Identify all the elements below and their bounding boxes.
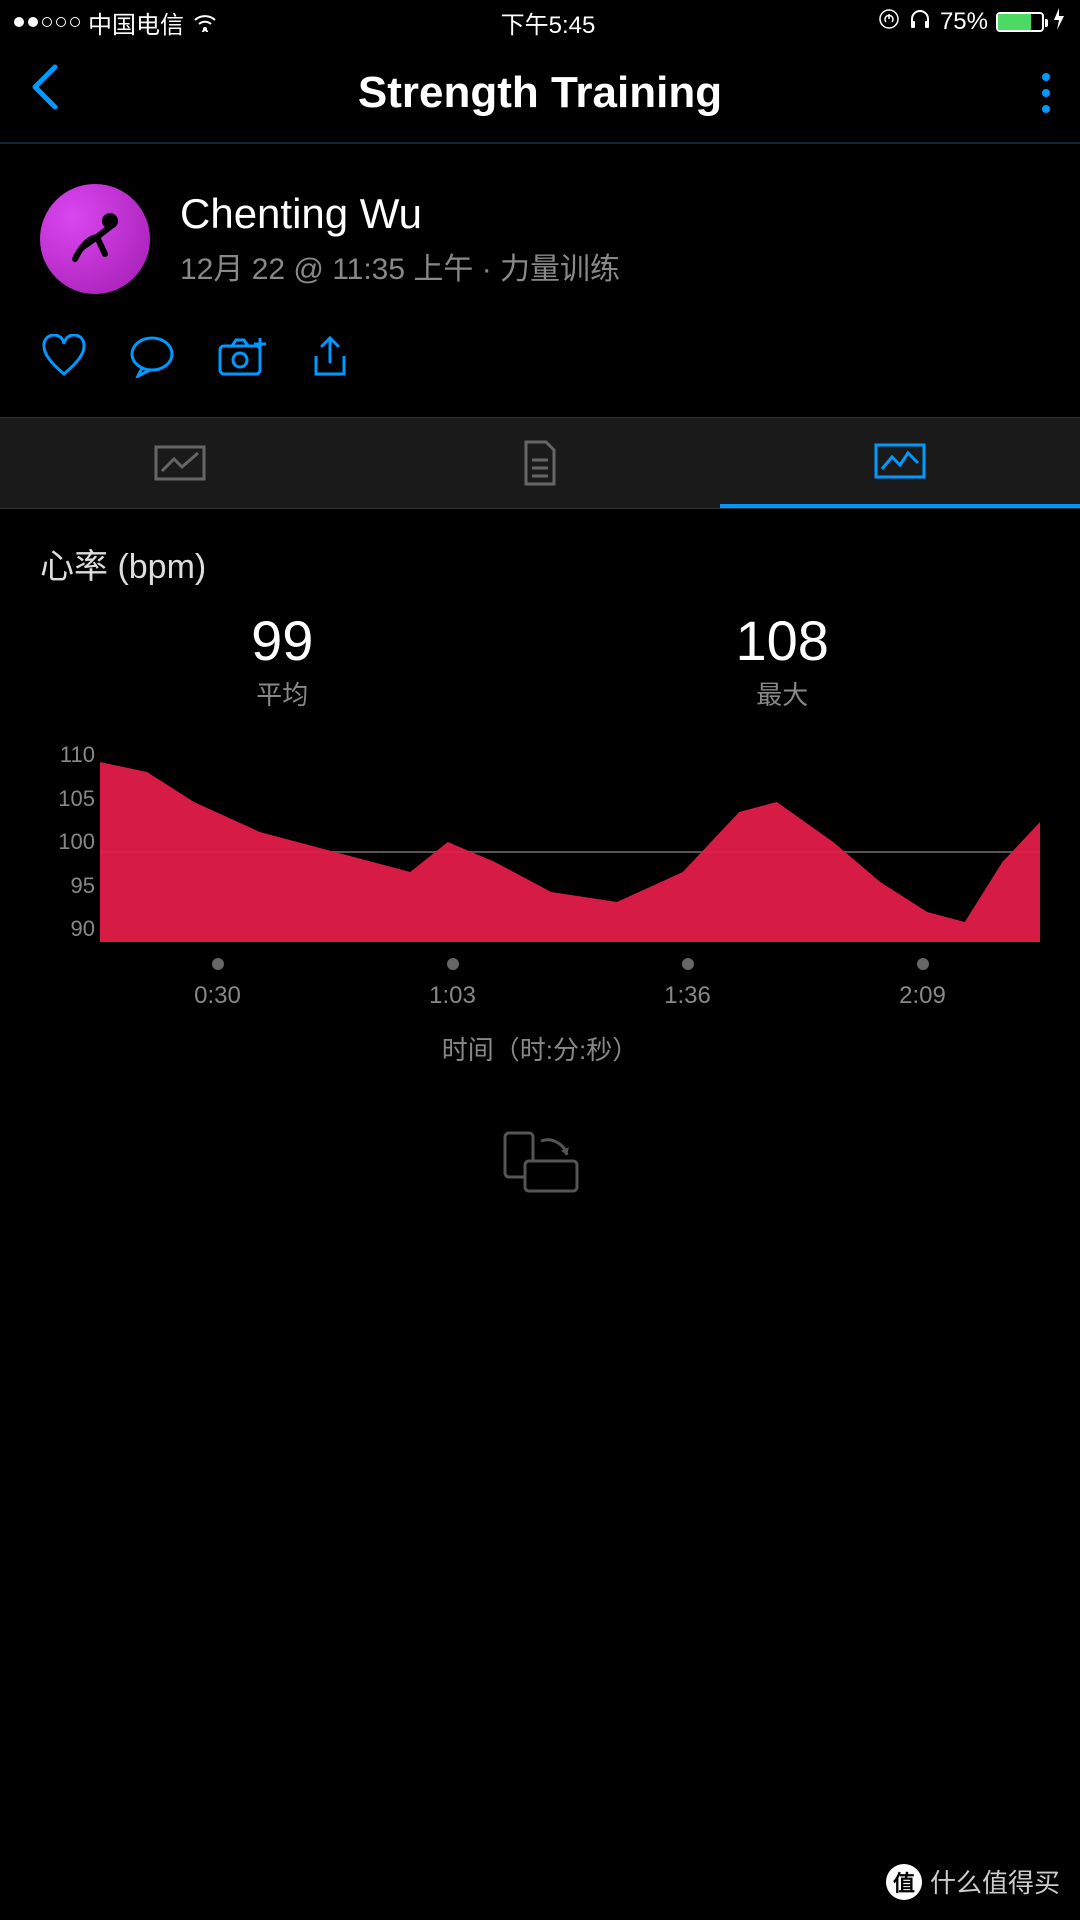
add-photo-button[interactable] [216, 334, 268, 387]
signal-strength-icon [14, 17, 80, 27]
stat-avg-value: 99 [251, 608, 313, 673]
stat-max-value: 108 [735, 608, 828, 673]
status-right: 75% [878, 8, 1066, 37]
tab-charts[interactable] [720, 418, 1080, 508]
y-tick: 110 [40, 742, 95, 768]
activity-header: Chenting Wu 12月 22 @ 11:35 上午 · 力量训练 [0, 144, 1080, 324]
rotate-device-icon [40, 1127, 1040, 1197]
heart-rate-section: 心率 (bpm) 99 平均 108 最大 110 105 100 95 90 … [0, 509, 1080, 1197]
status-left: 中国电信 [14, 5, 218, 40]
nav-bar: Strength Training [0, 44, 1080, 144]
y-tick: 105 [40, 786, 95, 812]
action-row [0, 324, 1080, 417]
y-tick: 95 [40, 873, 95, 899]
comment-button[interactable] [128, 334, 176, 387]
y-tick: 90 [40, 916, 95, 942]
activity-meta: 12月 22 @ 11:35 上午 · 力量训练 [180, 244, 620, 288]
cycling-icon [55, 199, 135, 279]
like-button[interactable] [40, 334, 88, 387]
share-button[interactable] [308, 334, 352, 387]
page-title: Strength Training [0, 68, 1080, 118]
watermark-text: 什么值得买 [930, 1863, 1060, 1900]
chart-svg [100, 742, 1040, 942]
headphones-icon [908, 8, 932, 37]
x-tick: 1:36 [664, 958, 711, 1010]
clock-label: 下午5:45 [501, 5, 596, 40]
x-axis-title: 时间（时:分:秒） [40, 1030, 1040, 1067]
y-tick: 100 [40, 829, 95, 855]
orientation-lock-icon [878, 8, 900, 37]
watermark: 值 什么值得买 [886, 1863, 1060, 1900]
x-tick: 0:30 [194, 958, 241, 1010]
x-tick: 2:09 [899, 958, 946, 1010]
watermark-badge: 值 [886, 1864, 922, 1900]
back-button[interactable] [30, 62, 60, 124]
x-tick: 1:03 [429, 958, 476, 1010]
y-axis-labels: 110 105 100 95 90 [40, 742, 95, 942]
tab-details[interactable] [360, 418, 720, 508]
chart-title: 心率 (bpm) [40, 539, 1040, 588]
tabs [0, 417, 1080, 509]
stat-avg-label: 平均 [251, 675, 313, 712]
stat-avg: 99 平均 [251, 608, 313, 712]
battery-icon [996, 12, 1044, 32]
stat-max-label: 最大 [735, 675, 828, 712]
more-options-button[interactable] [1042, 73, 1050, 113]
stat-max: 108 最大 [735, 608, 828, 712]
wifi-icon [192, 12, 218, 32]
user-name: Chenting Wu [180, 190, 620, 238]
tab-map[interactable] [0, 418, 360, 508]
avatar[interactable] [40, 184, 150, 294]
x-axis-labels: 0:30 1:03 1:36 2:09 [100, 958, 1040, 1010]
charging-icon [1052, 8, 1066, 37]
status-bar: 中国电信 下午5:45 75% [0, 0, 1080, 44]
stats-row: 99 平均 108 最大 [40, 608, 1040, 712]
battery-pct-label: 75% [940, 8, 988, 36]
carrier-label: 中国电信 [88, 5, 184, 40]
heart-rate-chart: 110 105 100 95 90 [100, 742, 1040, 942]
